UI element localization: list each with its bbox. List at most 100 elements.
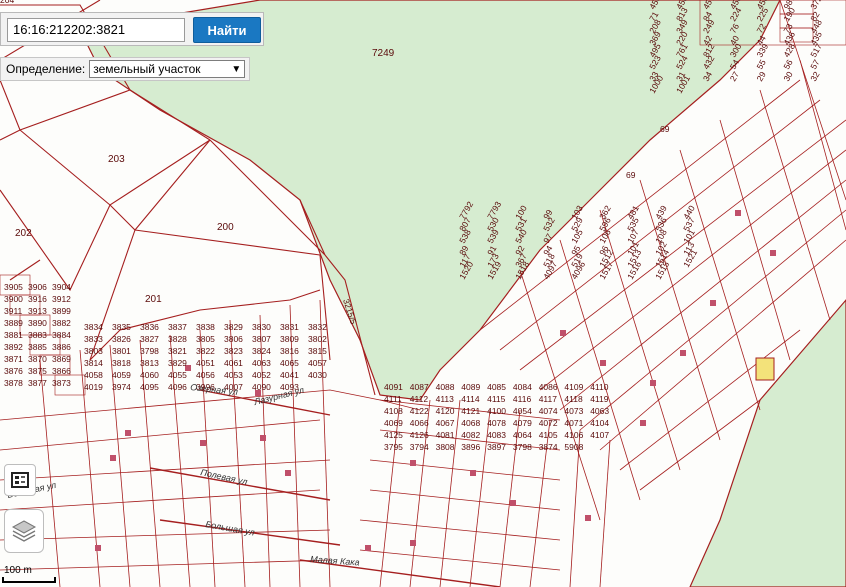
parcel-number-label[interactable]: 3816 [280,346,299,356]
parcel-number-label[interactable]: 3805 [196,334,215,344]
parcel-number-label[interactable]: 3916 [28,294,47,304]
parcel-number-label[interactable]: 4064 [513,430,532,440]
parcel-number-label[interactable]: 3807 [252,334,271,344]
parcel-number-label[interactable]: 4071 [564,418,583,428]
parcel-number-label[interactable]: 3827 [140,334,159,344]
definition-select[interactable]: земельный участок ▼ [89,60,246,78]
parcel-number-label[interactable]: 4106 [564,430,583,440]
parcel-number-label[interactable]: 3829 [224,322,243,332]
parcel-number-label[interactable]: 3906 [28,282,47,292]
parcel-number-label[interactable]: 3890 [28,318,47,328]
parcel-number-label[interactable]: 4100 [487,406,506,416]
parcel-number-label[interactable]: 3834 [84,322,103,332]
parcel-number-label[interactable]: 3809 [280,334,299,344]
parcel-number-label[interactable]: 3884 [52,330,71,340]
parcel-number-label[interactable]: 3794 [410,442,429,452]
parcel-number-label[interactable]: 4054 [513,406,532,416]
parcel-number-label[interactable]: 4078 [487,418,506,428]
parcel-number-label[interactable]: 3876 [4,366,23,376]
parcel-number-label[interactable]: 4089 [461,382,480,392]
parcel-number-label[interactable]: 3897 [487,442,506,452]
parcel-number-label[interactable]: 4090 [252,382,271,392]
parcel-number-label[interactable]: 3881 [4,330,23,340]
parcel-number-label[interactable]: 3912 [52,294,71,304]
parcel-number-label[interactable]: 4030 [308,370,327,380]
parcel-number-label[interactable]: 4105 [539,430,558,440]
parcel-number-label[interactable]: 3905 [4,282,23,292]
parcel-number-label[interactable]: 4058 [84,370,103,380]
parcel-number-label[interactable]: 3869 [52,354,71,364]
parcel-number-label[interactable]: 5908 [564,442,583,452]
parcel-number-label[interactable]: 4084 [513,382,532,392]
parcel-number-label[interactable]: 4096 [168,382,187,392]
parcel-number-label[interactable]: 4083 [487,430,506,440]
parcel-number-label[interactable]: 3814 [84,358,103,368]
parcel-number-label[interactable]: 3798 [140,346,159,356]
parcel-number-label[interactable]: 4059 [112,370,131,380]
parcel-number-label[interactable]: 3832 [308,322,327,332]
parcel-number-label[interactable]: 3892 [4,342,23,352]
parcel-number-label[interactable]: 4126 [410,430,429,440]
parcel-number-label[interactable]: 4114 [461,394,480,404]
parcel-number-label[interactable]: 4068 [461,418,480,428]
parcel-number-label[interactable]: 3802 [308,334,327,344]
parcel-number-label[interactable]: 3874 [539,442,558,452]
parcel-number-label[interactable]: 3885 [28,342,47,352]
parcel-number-label[interactable]: 4111 [384,394,402,404]
parcel-number-label[interactable]: 3830 [252,322,271,332]
parcel-number-label[interactable]: 3886 [52,342,71,352]
parcel-number-label[interactable]: 3801 [112,346,131,356]
parcel-number-label[interactable]: 3818 [112,358,131,368]
parcel-number-label[interactable]: 3803 [84,346,103,356]
parcel-number-label[interactable]: 3889 [4,318,23,328]
parcel-number-label[interactable]: 3873 [52,378,71,388]
parcel-number-label[interactable]: 4079 [513,418,532,428]
parcel-number-label[interactable]: 4121 [461,406,480,416]
parcel-number-label[interactable]: 3913 [28,306,47,316]
parcel-number-label[interactable]: 3798 [513,442,532,452]
parcel-number-label[interactable]: 4063 [252,358,271,368]
parcel-number-label[interactable]: 3878 [4,378,23,388]
parcel-number-label[interactable]: 4093 [280,382,299,392]
parcel-number-label[interactable]: 3870 [28,354,47,364]
parcel-number-label[interactable]: 4081 [436,430,455,440]
parcel-number-label[interactable]: 3821 [168,346,187,356]
parcel-number-label[interactable]: 3996 [196,382,215,392]
parcel-number-label[interactable]: 4063 [590,406,609,416]
parcel-number-label[interactable]: 3904 [52,282,71,292]
cadastral-search-input[interactable]: 16:16:212202:3821 [7,18,185,42]
parcel-number-label[interactable]: 4057 [308,358,327,368]
parcel-number-label[interactable]: 3974 [112,382,131,392]
parcel-number-label[interactable]: 4066 [410,418,429,428]
parcel-number-label[interactable]: 4019 [84,382,103,392]
parcel-number-label[interactable]: 4104 [590,418,609,428]
parcel-number-label[interactable]: 4073 [564,406,583,416]
parcel-number-label[interactable]: 3828 [168,334,187,344]
parcel-number-label[interactable]: 3835 [112,322,131,332]
parcel-number-label[interactable]: 3883 [28,330,47,340]
parcel-number-label[interactable]: 4085 [487,382,506,392]
parcel-number-label[interactable]: 3833 [84,334,103,344]
parcel-number-label[interactable]: 3877 [28,378,47,388]
parcel-number-label[interactable]: 4072 [539,418,558,428]
parcel-number-label[interactable]: 3826 [112,334,131,344]
parcel-number-label[interactable]: 4082 [461,430,480,440]
parcel-number-label[interactable]: 4109 [564,382,583,392]
parcel-number-label[interactable]: 4007 [224,382,243,392]
parcel-number-label[interactable]: 4056 [196,370,215,380]
parcel-number-label[interactable]: 4095 [140,382,159,392]
parcel-number-label[interactable]: 3808 [436,442,455,452]
parcel-number-label[interactable]: 4051 [196,358,215,368]
parcel-number-label[interactable]: 3838 [196,322,215,332]
parcel-number-label[interactable]: 3882 [52,318,71,328]
parcel-number-label[interactable]: 4055 [168,370,187,380]
parcel-number-label[interactable]: 3866 [52,366,71,376]
parcel-number-label[interactable]: 3806 [224,334,243,344]
layers-button[interactable] [4,509,44,553]
parcel-number-label[interactable]: 4074 [539,406,558,416]
parcel-number-label[interactable]: 3829 [168,358,187,368]
parcel-number-label[interactable]: 4053 [224,370,243,380]
parcel-number-label[interactable]: 4088 [436,382,455,392]
parcel-number-label[interactable]: 4112 [410,394,429,404]
parcel-number-label[interactable]: 4118 [564,394,583,404]
